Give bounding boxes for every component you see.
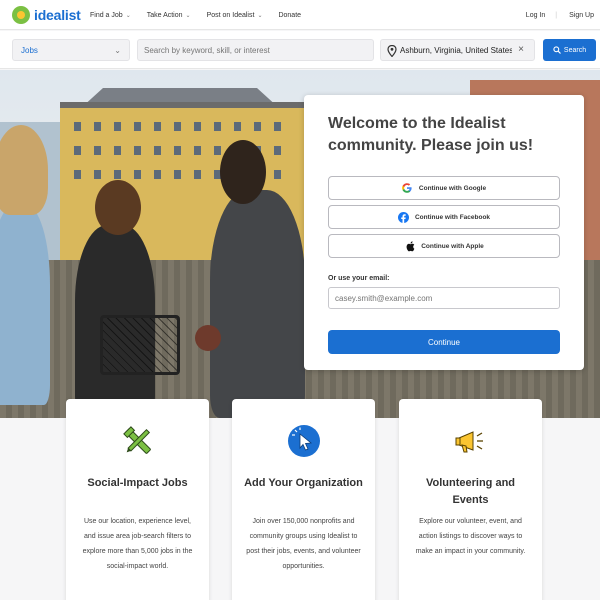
feature-description: Use our location, experience level, and … — [82, 518, 193, 570]
category-value: Jobs — [21, 46, 38, 55]
hero-bike-wheel — [195, 325, 221, 351]
chevron-down-icon: ⌄ — [257, 12, 263, 19]
location-pin-icon — [387, 45, 397, 57]
apple-signin-button[interactable]: Continue with Apple — [328, 234, 560, 258]
feature-description: Join over 150,000 nonprofits and communi… — [246, 518, 361, 570]
facebook-icon — [397, 211, 409, 223]
search-button-label: Search — [563, 46, 587, 54]
login-link[interactable]: Log In — [526, 12, 545, 19]
google-button-label: Continue with Google — [418, 184, 487, 192]
top-navigation: idealist Find a Job ⌄ Take Action ⌄ Post o… — [0, 0, 600, 30]
location-value: Ashburn, Virginia, United States — [400, 46, 512, 55]
nav-find-a-job[interactable]: Find a Job ⌄ — [90, 12, 131, 19]
feature-title: Add Your Organization — [244, 477, 363, 489]
chevron-down-icon: ⌄ — [114, 46, 121, 55]
nav-label: Donate — [278, 11, 302, 19]
nav-label: Post on Idealist — [206, 11, 255, 19]
hero-person — [220, 140, 266, 204]
search-bar: Jobs ⌄ Ashburn, Virginia, United States … — [0, 31, 600, 69]
auth-links: Log In | Sign Up — [514, 0, 594, 30]
feature-card-organization[interactable]: Add Your Organization Join over 150,000 … — [232, 399, 375, 600]
location-input[interactable]: Ashburn, Virginia, United States × — [380, 39, 535, 61]
nav-donate[interactable]: Donate — [278, 12, 301, 19]
chevron-down-icon: ⌄ — [125, 12, 131, 19]
hero-person — [210, 190, 305, 418]
facebook-button-label: Continue with Facebook — [414, 213, 491, 221]
nav-take-action[interactable]: Take Action ⌄ — [147, 12, 191, 19]
continue-button[interactable]: Continue — [328, 330, 560, 354]
feature-card-volunteering[interactable]: Volunteering and Events Explore our volu… — [399, 399, 542, 600]
signup-link[interactable]: Sign Up — [569, 12, 594, 19]
google-signin-button[interactable]: Continue with Google — [328, 176, 560, 200]
apple-button-label: Continue with Apple — [421, 242, 484, 250]
email-label: Or use your email: — [328, 275, 390, 282]
google-icon — [402, 183, 413, 194]
main-nav: Find a Job ⌄ Take Action ⌄ Post on Idealis… — [90, 0, 317, 30]
logo-text: idealist — [34, 7, 81, 23]
category-select[interactable]: Jobs ⌄ — [12, 39, 130, 61]
cursor-click-icon — [288, 425, 320, 457]
feature-card-jobs[interactable]: Social-Impact Jobs Use our location, exp… — [66, 399, 209, 600]
chevron-down-icon: ⌄ — [185, 12, 191, 19]
signup-title: Welcome to the Idealist community. Pleas… — [328, 115, 534, 154]
hero-bike-basket — [100, 315, 180, 375]
keyword-search-input[interactable] — [137, 39, 374, 61]
megaphone-icon — [455, 431, 483, 453]
signup-card: Welcome to the Idealist community. Pleas… — [304, 95, 584, 370]
feature-title: Social-Impact Jobs — [87, 477, 188, 489]
nav-label: Find a Job — [90, 11, 123, 19]
nav-label: Take Action — [146, 11, 183, 19]
hero-person — [95, 180, 141, 235]
feature-title: Volunteering and Events — [425, 477, 516, 506]
nav-post-on-idealist[interactable]: Post on Idealist ⌄ — [207, 12, 263, 19]
logo-icon — [12, 6, 30, 24]
email-field[interactable] — [328, 287, 560, 309]
divider: | — [555, 11, 558, 19]
search-button[interactable]: Search — [543, 39, 596, 61]
clear-location-icon[interactable]: × — [518, 44, 524, 55]
idealist-logo[interactable]: idealist — [12, 6, 81, 24]
hero-person — [0, 205, 50, 405]
tools-icon — [123, 426, 151, 454]
facebook-signin-button[interactable]: Continue with Facebook — [328, 205, 560, 229]
hero-person — [0, 125, 48, 215]
feature-description: Explore our volunteer, event, and action… — [415, 518, 526, 555]
apple-icon — [404, 240, 415, 252]
search-icon — [553, 46, 561, 54]
